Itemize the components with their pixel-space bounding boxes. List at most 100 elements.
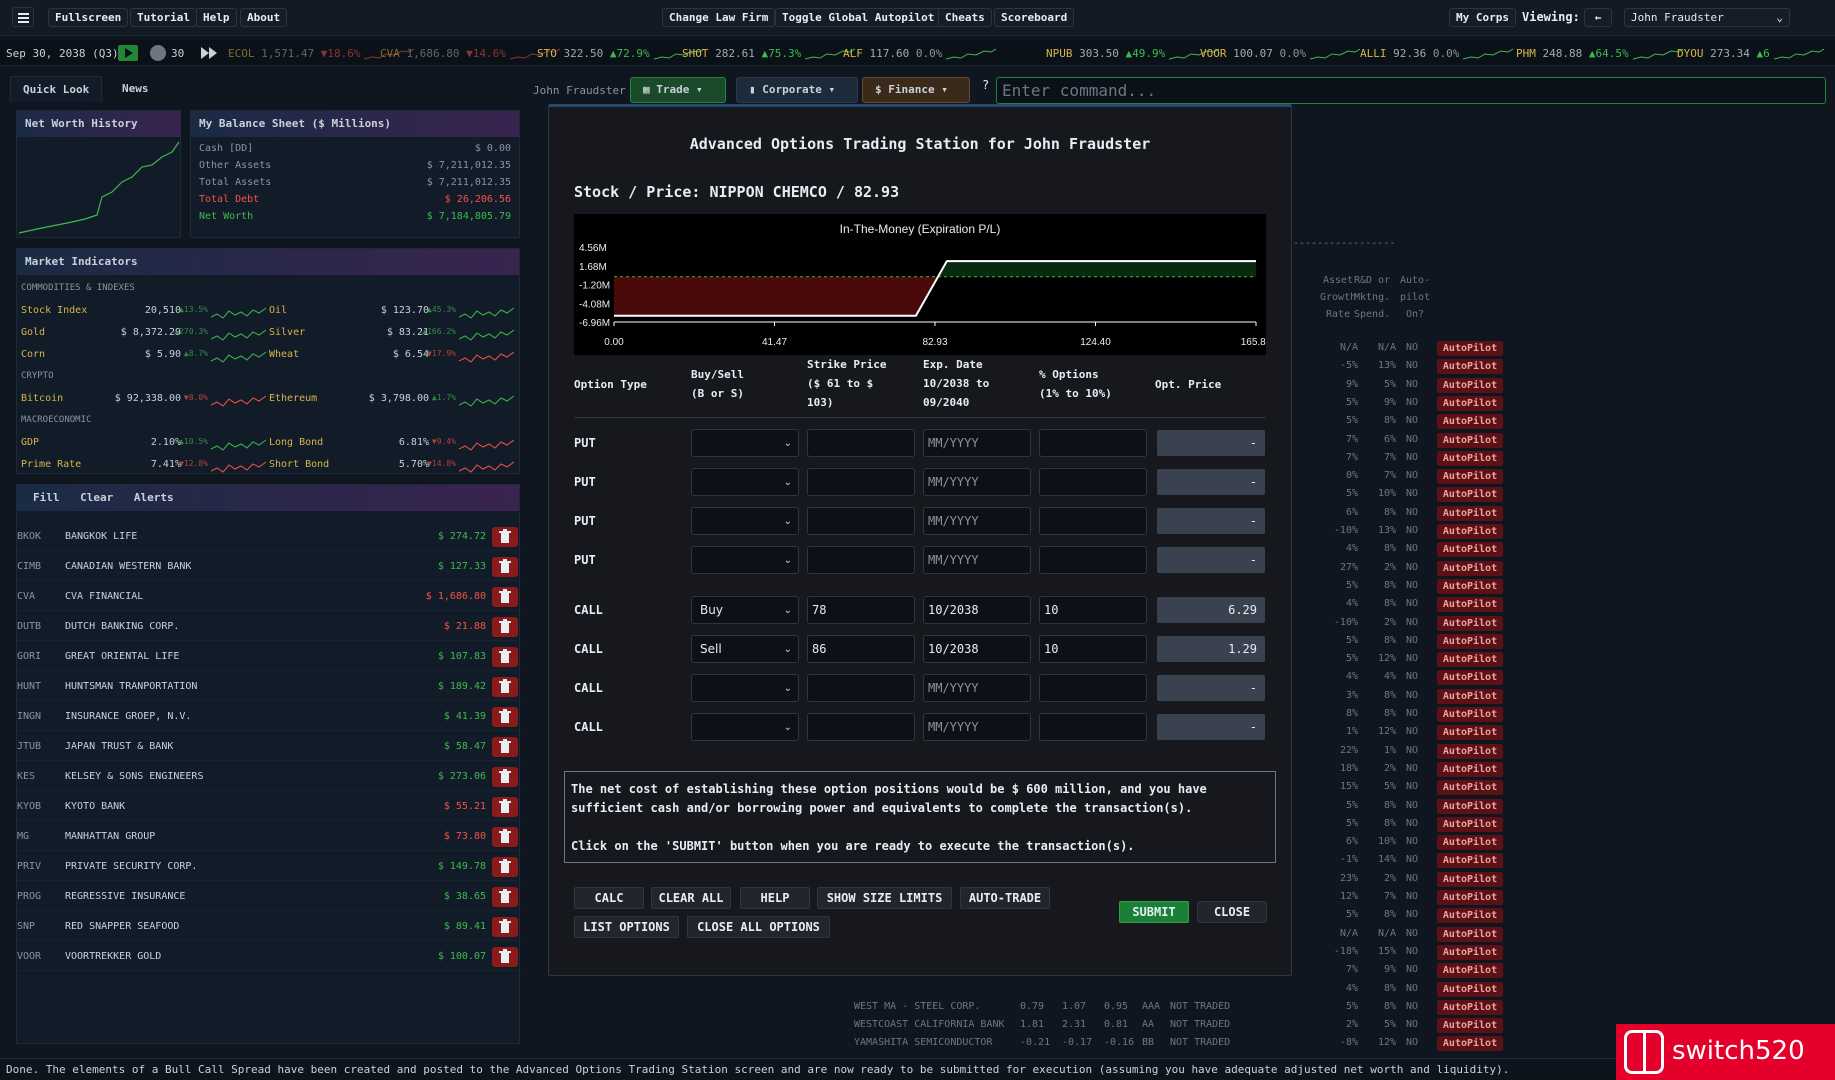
autopilot-button[interactable]: AutoPilot	[1437, 707, 1503, 722]
autopilot-button[interactable]: AutoPilot	[1437, 1036, 1503, 1052]
autopilot-button[interactable]: AutoPilot	[1437, 871, 1503, 887]
trash-icon[interactable]	[492, 677, 518, 697]
buy-sell-select[interactable]: ⌄	[691, 546, 799, 574]
pct-options-input[interactable]: 10	[1039, 596, 1147, 624]
holding-row[interactable]: HUNT HUNTSMAN TRANPORTATION $ 189.42	[17, 673, 522, 701]
toggle-autopilot-button[interactable]: Toggle Global Autopilot	[775, 8, 942, 27]
trash-icon[interactable]	[492, 707, 518, 727]
holding-row[interactable]: PRIV PRIVATE SECURITY CORP. $ 149.78	[17, 853, 522, 881]
autopilot-button[interactable]: AutoPilot	[1437, 560, 1503, 576]
ticker-item[interactable]: PHM 248.88 ▲64.5%	[1516, 47, 1683, 61]
pct-options-input[interactable]	[1039, 674, 1147, 702]
ticker-item[interactable]: CVA 1,686.80 ▼14.6%	[380, 47, 561, 61]
autopilot-button[interactable]: AutoPilot	[1437, 597, 1503, 613]
ticker-item[interactable]: SHOT 282.61 ▲75.3%	[682, 47, 856, 61]
buy-sell-select[interactable]: ⌄	[691, 674, 799, 702]
my-corps-button[interactable]: My Corps	[1449, 8, 1516, 27]
change-law-firm-button[interactable]: Change Law Firm	[662, 8, 776, 27]
buy-sell-select[interactable]: ⌄	[691, 429, 799, 457]
exp-date-input[interactable]: MM/YYYY	[923, 429, 1031, 457]
autopilot-button[interactable]: AutoPilot	[1437, 652, 1503, 668]
exp-date-input[interactable]: MM/YYYY	[923, 713, 1031, 741]
holding-row[interactable]: SNP RED SNAPPER SEAFOOD $ 89.41	[17, 913, 522, 941]
holding-row[interactable]: PROG REGRESSIVE INSURANCE $ 38.65	[17, 883, 522, 911]
trash-icon[interactable]	[492, 557, 518, 577]
list-options-button[interactable]: LIST OPTIONS	[574, 916, 679, 938]
holding-row[interactable]: GORI GREAT ORIENTAL LIFE $ 107.83	[17, 643, 522, 671]
clear-tab[interactable]: Clear	[80, 491, 113, 504]
trash-icon[interactable]	[492, 767, 518, 787]
autopilot-button[interactable]: AutoPilot	[1437, 816, 1503, 832]
trash-icon[interactable]	[492, 647, 518, 667]
trade-nav-button[interactable]: ▦ Trade ▾	[630, 77, 726, 103]
ticker-item[interactable]: STO 322.50 ▲72.9%	[537, 47, 704, 61]
tab-quick-look[interactable]: Quick Look	[10, 76, 103, 102]
trash-icon[interactable]	[492, 617, 518, 637]
holding-row[interactable]: JTUB JAPAN TRUST & BANK $ 58.47	[17, 733, 522, 761]
autopilot-button[interactable]: AutoPilot	[1437, 450, 1503, 466]
buy-sell-select[interactable]: ⌄	[691, 507, 799, 535]
holding-row[interactable]: VOOR VOORTREKKER GOLD $ 100.07	[17, 943, 522, 971]
buy-sell-select[interactable]: ⌄	[691, 468, 799, 496]
speed-icon[interactable]	[150, 45, 166, 61]
back-arrow-button[interactable]: ←	[1584, 8, 1612, 27]
fill-tab[interactable]: Fill	[33, 491, 60, 504]
holding-row[interactable]: DUTB DUTCH BANKING CORP. $ 21.88	[17, 613, 522, 641]
autopilot-button[interactable]: AutoPilot	[1437, 780, 1503, 796]
autopilot-button[interactable]: AutoPilot	[1437, 341, 1503, 356]
close-all-options-button[interactable]: CLOSE ALL OPTIONS	[687, 916, 830, 938]
holding-row[interactable]: KYOB KYOTO BANK $ 55.21	[17, 793, 522, 821]
autopilot-button[interactable]: AutoPilot	[1437, 414, 1503, 430]
exp-date-input[interactable]: MM/YYYY	[923, 674, 1031, 702]
submit-button[interactable]: SUBMIT	[1119, 901, 1189, 923]
autopilot-button[interactable]: AutoPilot	[1437, 469, 1503, 485]
autopilot-button[interactable]: AutoPilot	[1437, 633, 1503, 649]
alerts-tab[interactable]: Alerts	[134, 491, 174, 504]
fast-forward-icon[interactable]	[200, 45, 218, 64]
autopilot-button[interactable]: AutoPilot	[1437, 505, 1503, 521]
strike-price-input[interactable]: 86	[807, 635, 915, 663]
trash-icon[interactable]	[492, 947, 518, 967]
autopilot-button[interactable]: AutoPilot	[1437, 761, 1503, 777]
modal-help-button[interactable]: HELP	[740, 887, 810, 909]
exp-date-input[interactable]: MM/YYYY	[923, 507, 1031, 535]
auto-trade-button[interactable]: AUTO-TRADE	[960, 887, 1050, 909]
pct-options-input[interactable]: 10	[1039, 635, 1147, 663]
autopilot-button[interactable]: AutoPilot	[1437, 853, 1503, 869]
buy-sell-select[interactable]: ⌄	[691, 713, 799, 741]
trash-icon[interactable]	[492, 857, 518, 877]
help-button[interactable]: Help	[196, 8, 237, 27]
exp-date-input[interactable]: 10/2038	[923, 596, 1031, 624]
pct-options-input[interactable]	[1039, 507, 1147, 535]
cheats-button[interactable]: Cheats	[938, 8, 992, 27]
trash-icon[interactable]	[492, 827, 518, 847]
finance-nav-button[interactable]: $ Finance ▾	[862, 77, 970, 103]
pct-options-input[interactable]	[1039, 468, 1147, 496]
exp-date-input[interactable]: MM/YYYY	[923, 546, 1031, 574]
autopilot-button[interactable]: AutoPilot	[1437, 432, 1503, 448]
ticker-item[interactable]: ALF 117.60 0.0%	[843, 47, 997, 61]
autopilot-button[interactable]: AutoPilot	[1437, 359, 1503, 375]
autopilot-button[interactable]: AutoPilot	[1437, 926, 1503, 942]
autopilot-button[interactable]: AutoPilot	[1437, 1018, 1503, 1034]
buy-sell-select[interactable]: Buy ⌄	[691, 596, 799, 624]
pct-options-input[interactable]	[1039, 713, 1147, 741]
autopilot-button[interactable]: AutoPilot	[1437, 981, 1503, 997]
autopilot-button[interactable]: AutoPilot	[1437, 798, 1503, 814]
holding-row[interactable]: CIMB CANADIAN WESTERN BANK $ 127.33	[17, 553, 522, 581]
strike-price-input[interactable]	[807, 429, 915, 457]
holding-row[interactable]: CVA CVA FINANCIAL $ 1,686.80	[17, 583, 522, 611]
clear-all-button[interactable]: CLEAR ALL	[651, 887, 731, 909]
exp-date-input[interactable]: MM/YYYY	[923, 468, 1031, 496]
viewing-select[interactable]: John Fraudster ⌄	[1624, 8, 1790, 27]
command-input[interactable]: Enter command...	[996, 77, 1826, 104]
autopilot-button[interactable]: AutoPilot	[1437, 377, 1503, 393]
autopilot-button[interactable]: AutoPilot	[1437, 725, 1503, 741]
trash-icon[interactable]	[492, 527, 518, 547]
holding-row[interactable]: INGN INSURANCE GROEP, N.V. $ 41.39	[17, 703, 522, 731]
holding-row[interactable]: BKOK BANGKOK LIFE $ 274.72	[17, 523, 522, 551]
help-question-icon[interactable]: ?	[982, 78, 989, 92]
calc-button[interactable]: CALC	[574, 887, 644, 909]
autopilot-button[interactable]: AutoPilot	[1437, 963, 1503, 979]
strike-price-input[interactable]	[807, 546, 915, 574]
